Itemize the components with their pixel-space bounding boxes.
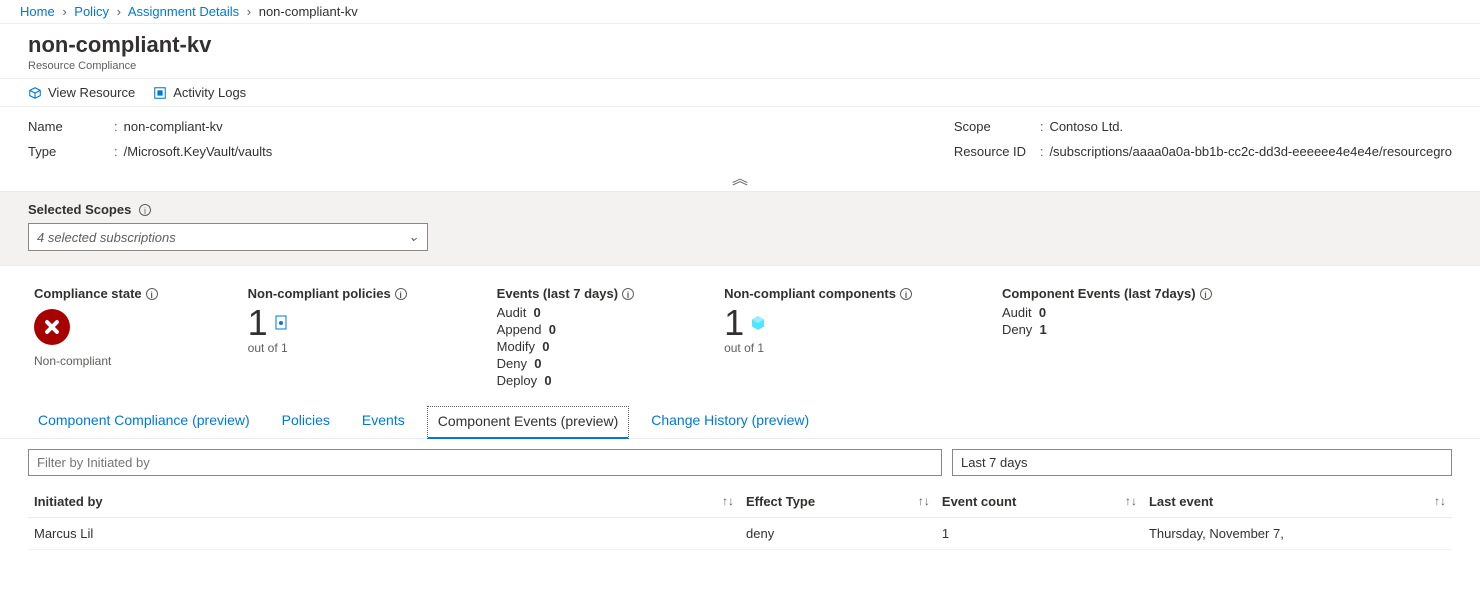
info-icon[interactable]: i [395, 288, 407, 300]
stat-noncompliant-policies: Non-compliant policies i 1 out of 1 [248, 286, 407, 390]
event-row: Modify 0 [497, 339, 634, 354]
scopes-label: Selected Scopes [28, 202, 131, 217]
noncompliant-icon [34, 309, 70, 345]
event-row: Audit 0 [497, 305, 634, 320]
info-icon[interactable]: i [622, 288, 634, 300]
prop-name-value: non-compliant-kv [124, 119, 223, 134]
breadcrumb-home[interactable]: Home [20, 4, 55, 19]
stat-subtext: out of 1 [248, 341, 407, 355]
scope-dropdown[interactable]: 4 selected subscriptions ⌄ [28, 223, 428, 251]
breadcrumb: Home › Policy › Assignment Details › non… [0, 0, 1480, 24]
info-icon[interactable]: i [139, 204, 151, 216]
compliance-state-value: Non-compliant [34, 354, 158, 368]
event-row: Append 0 [497, 322, 634, 337]
time-range-value: Last 7 days [961, 455, 1028, 470]
view-resource-button[interactable]: View Resource [28, 85, 135, 100]
event-row: Deploy 0 [497, 373, 634, 388]
policy-icon [274, 315, 290, 331]
chevron-right-icon: › [247, 4, 251, 19]
breadcrumb-policy[interactable]: Policy [74, 4, 109, 19]
stat-compliance-state: Compliance state i Non-compliant [34, 286, 158, 390]
cube-icon [28, 86, 42, 100]
prop-scope-value: Contoso Ltd. [1049, 119, 1123, 134]
sort-icon: ↑↓ [722, 494, 734, 508]
cell-last_event: Thursday, November 7, [1143, 518, 1452, 550]
info-icon[interactable]: i [1200, 288, 1212, 300]
column-header[interactable]: Effect Type↑↓ [740, 486, 936, 518]
chevron-right-icon: › [62, 4, 66, 19]
tab-component-compliance-preview-[interactable]: Component Compliance (preview) [28, 406, 260, 438]
stat-label: Compliance state [34, 286, 142, 301]
stat-label: Component Events (last 7days) [1002, 286, 1196, 301]
activity-logs-button[interactable]: Activity Logs [153, 85, 246, 100]
prop-scope-label: Scope [954, 119, 1034, 134]
chevron-up-double-icon: ︽ [732, 171, 748, 188]
chevron-down-icon: ⌄ [408, 229, 419, 245]
activity-logs-label: Activity Logs [173, 85, 246, 100]
properties-panel: Name : non-compliant-kv Type : /Microsof… [0, 107, 1480, 163]
tab-policies[interactable]: Policies [272, 406, 340, 438]
sort-icon: ↑↓ [1434, 494, 1446, 508]
prop-name-label: Name [28, 119, 108, 134]
chevron-right-icon: › [117, 4, 121, 19]
stat-events-7days: Events (last 7 days) i Audit 0 Append 0 Mod… [497, 286, 634, 390]
prop-type-value: /Microsoft.KeyVault/vaults [124, 144, 273, 159]
log-icon [153, 86, 167, 100]
component-icon [750, 315, 766, 331]
scopes-section: Selected Scopes i 4 selected subscriptio… [0, 191, 1480, 266]
stat-label: Events (last 7 days) [497, 286, 618, 301]
event-row: Audit 0 [1002, 305, 1212, 320]
column-header[interactable]: Last event↑↓ [1143, 486, 1452, 518]
time-range-dropdown[interactable]: Last 7 days [952, 449, 1452, 476]
column-header[interactable]: Event count↑↓ [936, 486, 1143, 518]
toolbar: View Resource Activity Logs [0, 78, 1480, 107]
breadcrumb-current: non-compliant-kv [259, 4, 358, 19]
stat-label: Non-compliant components [724, 286, 896, 301]
breadcrumb-assignment-details[interactable]: Assignment Details [128, 4, 239, 19]
collapse-toggle[interactable]: ︽ [0, 163, 1480, 191]
filter-initiated-by-input[interactable] [28, 449, 942, 476]
prop-resourceid-label: Resource ID [954, 144, 1034, 159]
tabs: Component Compliance (preview) Policies Ev… [0, 400, 1480, 439]
event-row: Deny 0 [497, 356, 634, 371]
view-resource-label: View Resource [48, 85, 135, 100]
tab-component-events-preview-[interactable]: Component Events (preview) [427, 406, 630, 439]
page-subtitle: Resource Compliance [28, 60, 1452, 72]
cell-effect_type: deny [740, 518, 936, 550]
tab-events[interactable]: Events [352, 406, 415, 438]
sort-icon: ↑↓ [918, 494, 930, 508]
table-row[interactable]: Marcus Lildeny1Thursday, November 7, [28, 518, 1452, 550]
scope-dropdown-value: 4 selected subscriptions [37, 230, 176, 245]
stat-value: 1 [248, 305, 268, 341]
cell-event_count: 1 [936, 518, 1143, 550]
stat-value: 1 [724, 305, 744, 341]
sort-icon: ↑↓ [1125, 494, 1137, 508]
column-header[interactable]: Initiated by↑↓ [28, 486, 740, 518]
stat-label: Non-compliant policies [248, 286, 391, 301]
cell-initiated_by: Marcus Lil [28, 518, 740, 550]
stat-subtext: out of 1 [724, 341, 912, 355]
event-row: Deny 1 [1002, 322, 1212, 337]
stat-component-events: Component Events (last 7days) i Audit 0 De… [1002, 286, 1212, 390]
prop-resourceid-value: /subscriptions/aaaa0a0a-bb1b-cc2c-dd3d-e… [1049, 144, 1452, 159]
prop-type-label: Type [28, 144, 108, 159]
info-icon[interactable]: i [900, 288, 912, 300]
events-table: Initiated by↑↓Effect Type↑↓Event count↑↓… [28, 486, 1452, 550]
info-icon[interactable]: i [146, 288, 158, 300]
stats-row: Compliance state i Non-compliant Non-comp… [0, 266, 1480, 400]
page-title: non-compliant-kv [28, 32, 1452, 58]
tab-change-history-preview-[interactable]: Change History (preview) [641, 406, 819, 438]
stat-noncompliant-components: Non-compliant components i 1 out of 1 [724, 286, 912, 390]
